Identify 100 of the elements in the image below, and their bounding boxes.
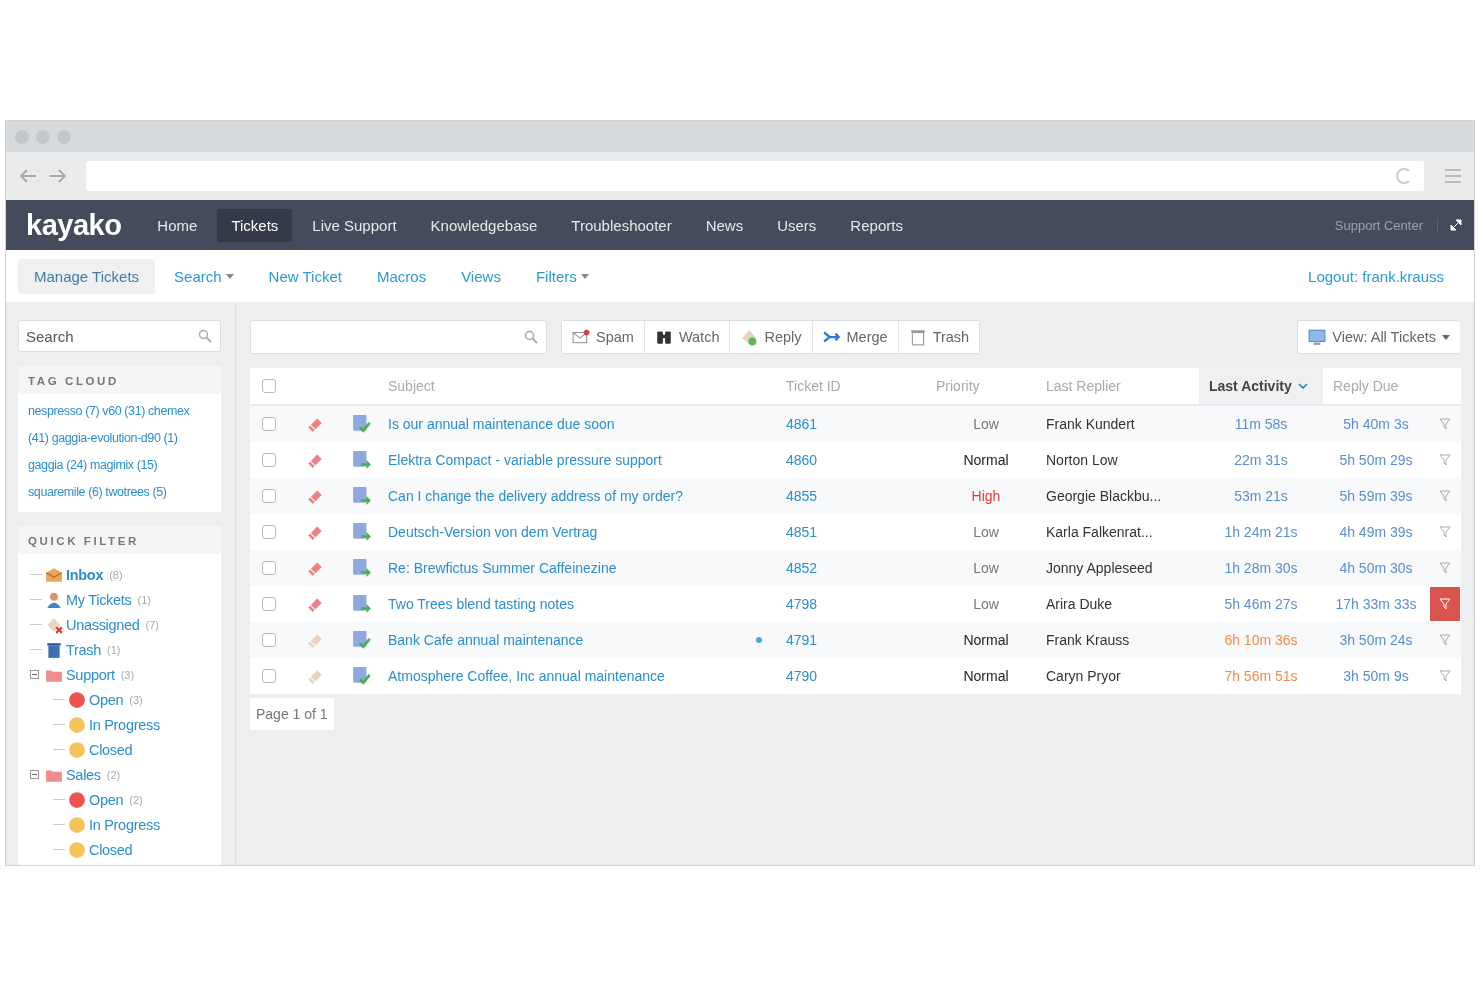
nav-tab[interactable]: Tickets: [217, 208, 293, 242]
row-checkbox[interactable]: [262, 597, 276, 611]
toolbar-button[interactable]: Spam: [562, 321, 645, 353]
ticket-id-link[interactable]: 4791: [786, 632, 818, 648]
filter-item[interactable]: Open: [89, 691, 124, 708]
collapse-toggle[interactable]: [30, 770, 42, 779]
row-checkbox[interactable]: [262, 489, 276, 503]
subnav-tab[interactable]: New Ticket: [252, 258, 358, 294]
reply-due-time: 5h 50m 29s: [1339, 452, 1413, 468]
expand-icon[interactable]: [1450, 219, 1462, 231]
ticket-subject-link[interactable]: Is our annual maintenance due soon: [388, 416, 615, 432]
ticket-subject-link[interactable]: Elektra Compact - variable pressure support: [388, 452, 662, 468]
subnav-tab[interactable]: Filters: [519, 258, 605, 294]
row-checkbox[interactable]: [262, 669, 276, 683]
filter-item[interactable]: My Tickets: [66, 591, 132, 608]
nav-tab[interactable]: Reports: [836, 208, 917, 242]
ticket-search-field[interactable]: [250, 320, 547, 354]
filter-item[interactable]: In Progress: [89, 716, 160, 733]
filter-item[interactable]: Trash: [66, 641, 102, 658]
search-icon[interactable]: [524, 330, 538, 344]
forward-arrow-icon[interactable]: [48, 168, 68, 184]
filter-item[interactable]: Sales: [66, 766, 101, 783]
ticket-subject-link[interactable]: Deutsch-Version von dem Vertrag: [388, 524, 598, 540]
ticket-subject-link[interactable]: Re: Brewfictus Summer Caffeinezine: [388, 560, 617, 576]
priority-text: High: [971, 488, 1001, 504]
subnav-tab[interactable]: Manage Tickets: [18, 258, 156, 294]
column-header[interactable]: Ticket ID: [776, 368, 926, 404]
filter-item[interactable]: Unassigned: [66, 616, 140, 633]
flag-button[interactable]: [1430, 587, 1460, 621]
caret-icon: [225, 273, 234, 279]
tag-line[interactable]: gaggia (24) magimix (15): [28, 452, 215, 479]
funnel-icon: [1439, 670, 1451, 682]
column-header[interactable]: Last Replier: [1036, 368, 1199, 404]
nav-tab[interactable]: Home: [143, 208, 212, 242]
priority-text: Low: [973, 560, 999, 576]
subnav-tab[interactable]: Macros: [360, 258, 443, 294]
filter-item[interactable]: Open: [89, 791, 124, 808]
tag-line[interactable]: squaremile (6) twotrees (5): [28, 479, 215, 506]
filter-item[interactable]: Closed: [89, 841, 133, 858]
ticket-subject-link[interactable]: Two Trees blend tasting notes: [388, 596, 574, 612]
nav-tab[interactable]: Users: [763, 208, 831, 242]
ticket-id-link[interactable]: 4860: [786, 452, 818, 468]
column-header[interactable]: Priority: [926, 368, 1036, 404]
logo[interactable]: kayako: [26, 208, 122, 242]
funnel-icon: [1439, 598, 1451, 610]
caret-icon: [1442, 334, 1450, 340]
subnav-tab[interactable]: Search: [158, 258, 250, 294]
address-field[interactable]: [86, 161, 1424, 191]
filter-item[interactable]: Inbox: [66, 566, 104, 583]
search-field[interactable]: Search: [18, 320, 221, 352]
ticket-subject-link[interactable]: Can I change the delivery address of my order?: [388, 488, 683, 504]
row-checkbox[interactable]: [262, 417, 276, 431]
row-checkbox[interactable]: [262, 453, 276, 467]
tag-line[interactable]: nespresso (7) v60 (31) chemex: [28, 398, 215, 425]
priority-text: Normal: [963, 668, 1009, 684]
select-all-checkbox[interactable]: [262, 379, 276, 393]
column-header[interactable]: Reply Due: [1323, 368, 1429, 404]
priority-text: Normal: [963, 632, 1009, 648]
ticket-id-link[interactable]: 4851: [786, 524, 818, 540]
activity-time: 5h 46m 27s: [1224, 596, 1298, 612]
status-dot-icon: [68, 815, 86, 834]
replier-name: Norton Low: [1046, 452, 1118, 468]
search-icon[interactable]: [198, 329, 212, 343]
row-checkbox[interactable]: [262, 525, 276, 539]
row-checkbox[interactable]: [262, 561, 276, 575]
filter-item[interactable]: Support: [66, 666, 115, 683]
reply-due-time: 4h 50m 30s: [1339, 560, 1413, 576]
status-dot-icon: [68, 740, 86, 759]
ticket-id-link[interactable]: 4852: [786, 560, 818, 576]
replier-name: Frank Krauss: [1046, 632, 1130, 648]
reply-due-time: 3h 50m 24s: [1339, 632, 1413, 648]
filter-item[interactable]: In Progress: [89, 816, 160, 833]
logout-link[interactable]: Logout: frank.krauss: [1308, 267, 1444, 285]
ticket-id-link[interactable]: 4855: [786, 488, 818, 504]
activity-time: 1h 28m 30s: [1224, 560, 1298, 576]
menu-icon[interactable]: [1444, 168, 1462, 184]
column-header[interactable]: Subject: [382, 368, 776, 404]
filter-item[interactable]: Closed: [89, 741, 133, 758]
column-header[interactable]: Last Activity: [1199, 368, 1323, 404]
view-dropdown[interactable]: View: All Tickets: [1297, 320, 1460, 354]
ticket-subject-link[interactable]: Atmosphere Coffee, Inc annual maintenance: [388, 668, 665, 684]
activity-time: 1h 24m 21s: [1224, 524, 1298, 540]
nav-tab[interactable]: Knowledgebase: [416, 208, 552, 242]
ticket-subject-link[interactable]: Bank Cafe annual maintenance: [388, 632, 584, 648]
nav-tab[interactable]: Live Support: [298, 208, 411, 242]
envelope-icon: [572, 328, 590, 346]
reply-icon: [740, 328, 759, 346]
back-arrow-icon[interactable]: [18, 168, 38, 184]
trash-icon: [45, 640, 63, 659]
nav-tab[interactable]: News: [691, 208, 758, 242]
ticket-id-link[interactable]: 4798: [786, 596, 818, 612]
ticket-id-link[interactable]: 4861: [786, 416, 818, 432]
support-center-link[interactable]: Support Center: [1334, 217, 1438, 233]
subnav-tab[interactable]: Views: [445, 258, 517, 294]
row-checkbox[interactable]: [262, 633, 276, 647]
tag-line[interactable]: (41) gaggia-evolution-d90 (1): [28, 425, 215, 452]
collapse-toggle[interactable]: [30, 670, 42, 679]
activity-time: 6h 10m 36s: [1224, 632, 1298, 648]
ticket-id-link[interactable]: 4790: [786, 668, 818, 684]
nav-tab[interactable]: Troubleshooter: [557, 208, 686, 242]
